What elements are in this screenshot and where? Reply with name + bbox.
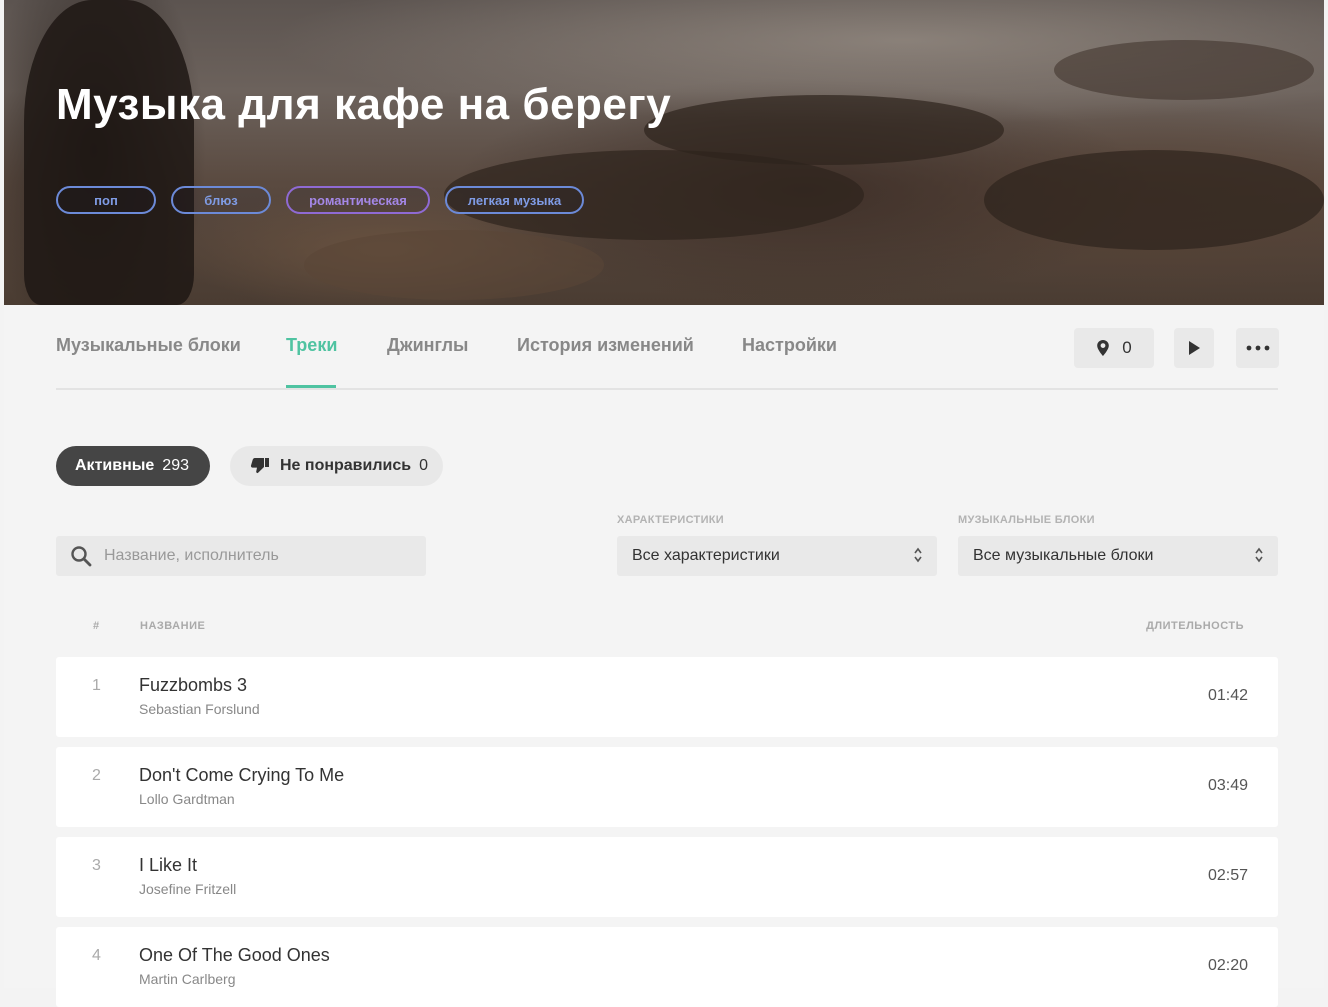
more-options-button[interactable]: [1236, 328, 1279, 368]
column-header-duration[interactable]: ДЛИТЕЛЬНОСТЬ: [1146, 620, 1244, 632]
tab-history[interactable]: История изменений: [517, 335, 694, 356]
play-button[interactable]: [1174, 328, 1214, 368]
track-number: 1: [92, 677, 101, 694]
track-artist: Lollo Gardtman: [139, 791, 235, 807]
track-number: 2: [92, 767, 101, 784]
track-duration: 02:57: [1207, 867, 1248, 884]
search-icon: [70, 545, 92, 567]
track-title: One Of The Good Ones: [139, 945, 330, 965]
active-tab-indicator: [286, 385, 336, 388]
track-title: Fuzzbombs 3: [139, 675, 248, 695]
playlist-cover: Музыка для кафе на берегу поп блюз роман…: [4, 0, 1324, 305]
thumbs-down-icon: [250, 458, 270, 474]
characteristics-label: ХАРАКТЕРИСТИКИ: [617, 514, 724, 526]
locations-count: 0: [1122, 338, 1132, 357]
playlist-title: Музыка для кафе на берегу: [56, 80, 672, 129]
play-icon: [1187, 340, 1201, 356]
track-artist: Martin Carlberg: [139, 971, 236, 987]
filter-disliked-count: 0: [419, 457, 428, 474]
column-header-name[interactable]: НАЗВАНИЕ: [140, 620, 205, 632]
tab-jingles[interactable]: Джинглы: [387, 335, 468, 356]
track-artist: Sebastian Forslund: [139, 701, 260, 717]
characteristics-select[interactable]: Все характеристики: [617, 536, 937, 576]
chevron-updown-icon: [913, 545, 923, 566]
search-input[interactable]: [102, 546, 406, 566]
track-row[interactable]: 2 Don't Come Crying To Me Lollo Gardtman…: [56, 747, 1278, 827]
tab-tracks[interactable]: Треки: [286, 335, 337, 356]
tag-pop[interactable]: поп: [56, 186, 156, 214]
music-blocks-value: Все музыкальные блоки: [973, 547, 1154, 564]
chevron-updown-icon: [1254, 545, 1264, 566]
tag-easy-listening[interactable]: легкая музыка: [445, 186, 584, 214]
tab-bar: Музыкальные блоки Треки Джинглы История …: [56, 326, 1279, 390]
tab-settings[interactable]: Настройки: [742, 335, 837, 356]
filter-active-count: 293: [162, 457, 189, 474]
track-duration: 03:49: [1207, 777, 1248, 794]
track-number: 3: [92, 857, 101, 874]
filter-disliked-tracks[interactable]: Не понравились 0: [230, 446, 443, 486]
ellipsis-icon: [1246, 345, 1270, 351]
track-duration: 02:20: [1207, 957, 1248, 974]
track-duration: 01:42: [1207, 687, 1248, 704]
tag-romantic[interactable]: романтическая: [286, 186, 430, 214]
search-box[interactable]: [56, 536, 426, 576]
tag-list: поп блюз романтическая легкая музыка: [56, 186, 584, 214]
track-row[interactable]: 3 I Like It Josefine Fritzell 02:57: [56, 837, 1278, 917]
column-header-number: #: [93, 620, 100, 632]
music-blocks-select[interactable]: Все музыкальные блоки: [958, 536, 1278, 576]
page: Музыка для кафе на берегу поп блюз роман…: [4, 0, 1324, 1007]
track-title: Don't Come Crying To Me: [139, 765, 345, 785]
music-blocks-label: МУЗЫКАЛЬНЫЕ БЛОКИ: [958, 514, 1095, 526]
track-title: I Like It: [139, 855, 198, 875]
filter-active-tracks[interactable]: Активные 293: [56, 446, 210, 486]
track-number: 4: [92, 947, 101, 964]
tag-blues[interactable]: блюз: [171, 186, 271, 214]
characteristics-value: Все характеристики: [632, 547, 780, 564]
track-row[interactable]: 4 One Of The Good Ones Martin Carlberg 0…: [56, 927, 1278, 1007]
track-row[interactable]: 1 Fuzzbombs 3 Sebastian Forslund 01:42: [56, 657, 1278, 737]
filter-active-label: Активные: [75, 457, 155, 474]
map-pin-icon: [1096, 340, 1110, 356]
filter-disliked-label: Не понравились: [280, 457, 412, 474]
track-artist: Josefine Fritzell: [139, 881, 237, 897]
tab-music-blocks[interactable]: Музыкальные блоки: [56, 335, 241, 356]
locations-button[interactable]: 0: [1074, 328, 1154, 368]
